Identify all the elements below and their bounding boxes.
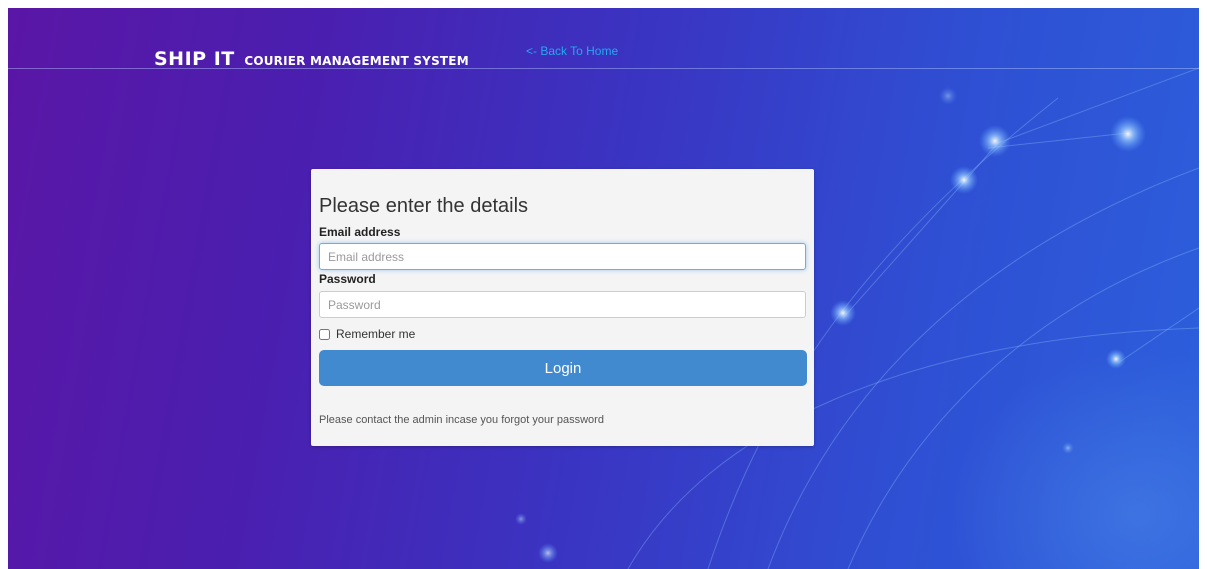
form-title: Please enter the details bbox=[319, 195, 529, 217]
checkbox-icon[interactable] bbox=[319, 328, 330, 340]
brand-subtitle: COURIER MANAGEMENT SYSTEM bbox=[244, 54, 469, 68]
remember-me-label: Remember me bbox=[336, 327, 416, 341]
password-label: Password bbox=[319, 272, 376, 286]
brand-logo[interactable]: SHIP IT COURIER MANAGEMENT SYSTEM bbox=[154, 48, 469, 70]
password-input[interactable] bbox=[319, 291, 806, 318]
back-to-home-link[interactable]: <- Back To Home bbox=[526, 44, 618, 58]
brand-name: SHIP IT bbox=[154, 48, 235, 70]
top-navbar: SHIP IT COURIER MANAGEMENT SYSTEM <- Bac… bbox=[8, 8, 1199, 70]
page-background: SHIP IT COURIER MANAGEMENT SYSTEM <- Bac… bbox=[8, 8, 1199, 569]
email-input[interactable] bbox=[319, 243, 806, 270]
login-button[interactable]: Login bbox=[319, 350, 807, 386]
forgot-password-help: Please contact the admin incase you forg… bbox=[319, 414, 604, 426]
remember-me[interactable]: Remember me bbox=[319, 327, 415, 341]
login-card: Please enter the details Email address P… bbox=[311, 169, 814, 446]
email-label: Email address bbox=[319, 225, 401, 239]
